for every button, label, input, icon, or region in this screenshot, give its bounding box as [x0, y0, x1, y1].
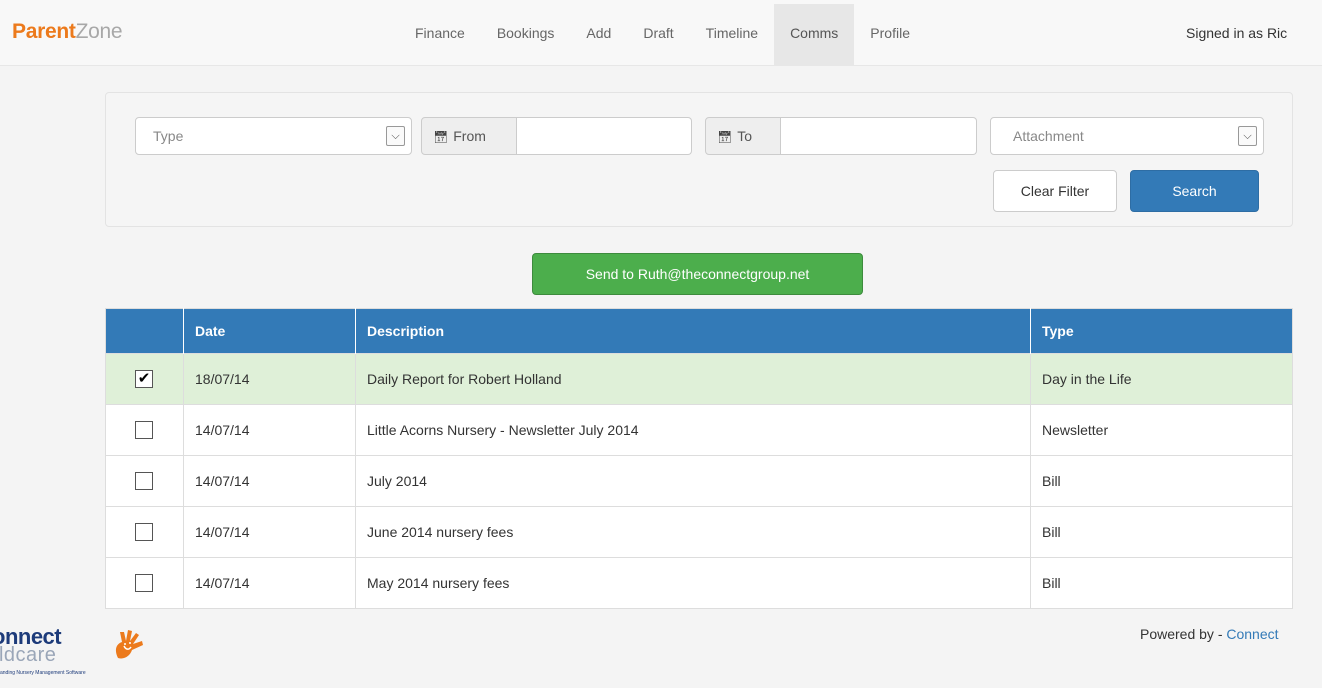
row-type: Newsletter: [1030, 404, 1293, 456]
brand-part-1: Parent: [12, 20, 76, 43]
connect-childcare-logo[interactable]: onnect ildcare anding Nursery Management…: [0, 624, 160, 684]
calendar-icon: 📅︎: [717, 130, 733, 144]
calendar-icon: 📅︎: [433, 130, 449, 144]
brand-logo[interactable]: ParentZone: [12, 20, 123, 44]
nav-item-draft[interactable]: Draft: [627, 4, 689, 66]
nav-item-profile[interactable]: Profile: [854, 4, 926, 66]
powered-by-link[interactable]: Connect: [1226, 626, 1278, 642]
header-description[interactable]: Description: [355, 308, 1031, 354]
table-row[interactable]: 14/07/14 Little Acorns Nursery - Newslet…: [105, 404, 1293, 456]
to-date-addon: 📅︎ To: [705, 117, 781, 155]
nav-menu: Finance Bookings Add Draft Timeline Comm…: [399, 4, 926, 66]
type-select[interactable]: Type ⌵: [135, 117, 412, 155]
filter-panel: Type ⌵ 📅︎ From 📅︎ To Attachment ⌵ Clear Fi…: [105, 92, 1293, 227]
row-type: Bill: [1030, 455, 1293, 507]
header-type[interactable]: Type: [1030, 308, 1293, 354]
powered-by-prefix: Powered by -: [1140, 626, 1227, 642]
send-email-button[interactable]: Send to Ruth@theconnectgroup.net: [532, 253, 863, 295]
search-button[interactable]: Search: [1130, 170, 1259, 212]
row-description[interactable]: Daily Report for Robert Holland: [355, 353, 1031, 405]
from-date-addon: 📅︎ From: [421, 117, 517, 155]
row-description[interactable]: July 2014: [355, 455, 1031, 507]
row-checkbox[interactable]: [135, 574, 153, 592]
table-row[interactable]: 14/07/14 June 2014 nursery fees Bill: [105, 506, 1293, 558]
row-description[interactable]: June 2014 nursery fees: [355, 506, 1031, 558]
signed-in-text: Signed in as Ric: [1186, 25, 1288, 41]
row-date: 14/07/14: [183, 557, 356, 609]
chevron-down-icon: ⌵: [386, 126, 405, 146]
row-checkbox[interactable]: [135, 472, 153, 490]
nav-item-finance[interactable]: Finance: [399, 4, 481, 66]
row-description[interactable]: Little Acorns Nursery - Newsletter July …: [355, 404, 1031, 456]
comms-table: Date Description Type ✔ 18/07/14 Daily R…: [105, 308, 1293, 609]
nav-item-comms[interactable]: Comms: [774, 4, 855, 66]
row-date: 14/07/14: [183, 455, 356, 507]
logo-childcare-text: ildcare: [0, 644, 57, 666]
row-checkbox[interactable]: [135, 523, 153, 541]
header-select: [105, 308, 184, 354]
nav-item-timeline[interactable]: Timeline: [690, 4, 774, 66]
from-date-input[interactable]: [517, 117, 692, 155]
attachment-select[interactable]: Attachment ⌵: [990, 117, 1264, 155]
top-navbar: ParentZone Finance Bookings Add Draft Ti…: [0, 0, 1322, 66]
row-description[interactable]: May 2014 nursery fees: [355, 557, 1031, 609]
chevron-down-icon: ⌵: [1238, 126, 1257, 146]
table-row[interactable]: ✔ 18/07/14 Daily Report for Robert Holla…: [105, 353, 1293, 405]
attachment-select-placeholder: Attachment: [1013, 128, 1084, 144]
table-header-row: Date Description Type: [105, 308, 1293, 354]
row-type: Day in the Life: [1030, 353, 1293, 405]
type-select-placeholder: Type: [153, 128, 184, 144]
logo-tagline: anding Nursery Management Software: [0, 670, 86, 676]
table-row[interactable]: 14/07/14 July 2014 Bill: [105, 455, 1293, 507]
row-date: 14/07/14: [183, 404, 356, 456]
to-date-input[interactable]: [781, 117, 977, 155]
table-row[interactable]: 14/07/14 May 2014 nursery fees Bill: [105, 557, 1293, 609]
from-label: From: [453, 128, 486, 144]
check-icon: ✔: [137, 370, 151, 387]
row-checkbox[interactable]: [135, 421, 153, 439]
brand-part-2: Zone: [75, 20, 123, 43]
clear-filter-button[interactable]: Clear Filter: [993, 170, 1117, 212]
to-label: To: [737, 128, 753, 144]
nav-item-bookings[interactable]: Bookings: [481, 4, 571, 66]
row-type: Bill: [1030, 557, 1293, 609]
row-checkbox[interactable]: ✔: [135, 370, 153, 388]
row-date: 18/07/14: [183, 353, 356, 405]
row-date: 14/07/14: [183, 506, 356, 558]
powered-by-text: Powered by - Connect: [1140, 626, 1279, 642]
hand-icon: [115, 630, 143, 659]
header-date[interactable]: Date: [183, 308, 356, 354]
nav-item-add[interactable]: Add: [570, 4, 627, 66]
row-type: Bill: [1030, 506, 1293, 558]
